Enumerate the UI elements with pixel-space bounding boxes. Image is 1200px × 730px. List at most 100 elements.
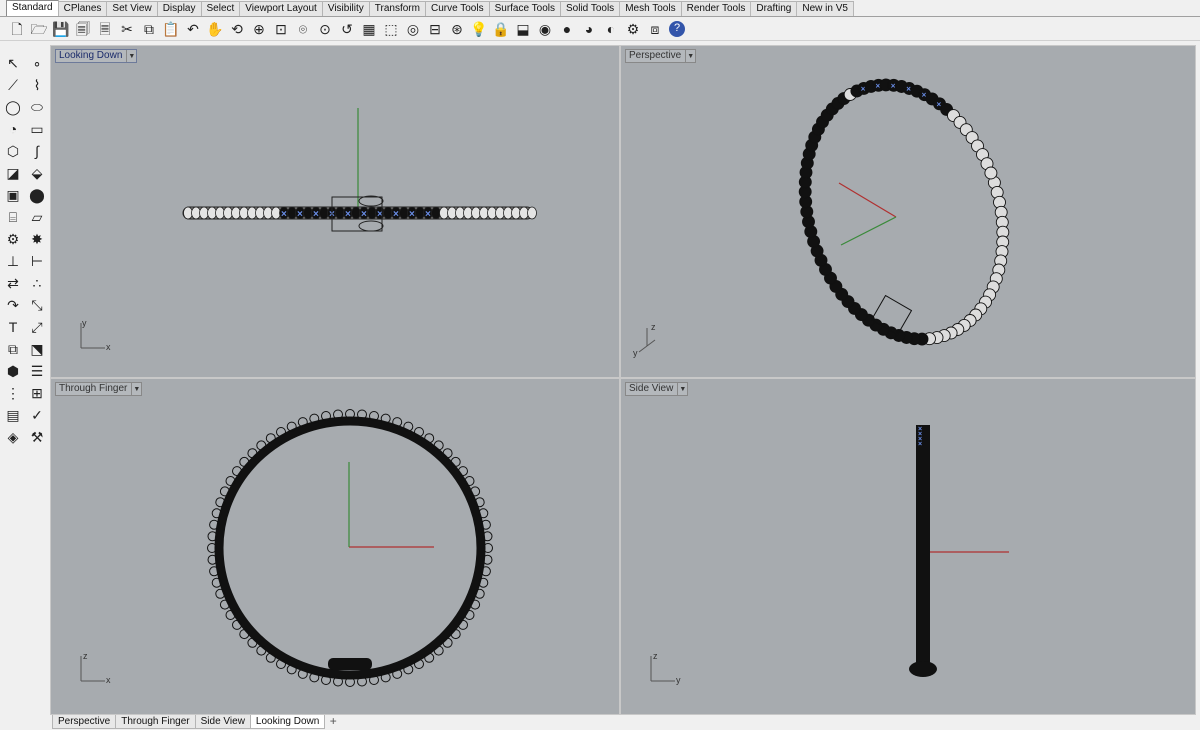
paste-icon[interactable]: 📋	[160, 18, 182, 40]
undo-view-icon[interactable]: ↺	[336, 18, 358, 40]
viewport-title-perspective[interactable]: Perspective ▼	[625, 49, 697, 63]
viewport-through-finger[interactable]: Through Finger ▼ z x	[51, 379, 619, 714]
viewport-canvas[interactable]: × × × × × × × × × ×	[51, 46, 619, 377]
wrench-icon[interactable]: ⚒	[26, 426, 48, 448]
circle-icon[interactable]: ◯	[2, 96, 24, 118]
chevron-down-icon[interactable]: ▼	[685, 50, 695, 62]
layers-icon[interactable]: ⧈	[644, 18, 666, 40]
group-icon[interactable]: ⧉	[2, 338, 24, 360]
viewport-canvas[interactable]: × × × ×××	[621, 46, 1195, 377]
viewport-title-looking-down[interactable]: Looking Down ▼	[55, 49, 138, 63]
chevron-down-icon[interactable]: ▼	[131, 383, 141, 395]
material-sphere-icon[interactable]: ◕	[578, 18, 600, 40]
import-icon[interactable]: 🗏	[94, 18, 116, 40]
tab-mesh-tools[interactable]: Mesh Tools	[619, 1, 682, 16]
cut-icon[interactable]: ✂	[116, 18, 138, 40]
cylinder-icon[interactable]: ⌸	[2, 206, 24, 228]
open-file-icon[interactable]: 🗁	[28, 18, 50, 40]
tab-transform[interactable]: Transform	[368, 1, 426, 16]
rotate-view-icon[interactable]: ⟲	[226, 18, 248, 40]
viewport-perspective[interactable]: × × × × × × Perspective ▼ z y	[621, 46, 1195, 377]
viewport-side-view[interactable]: × × × × Side View ▼ z y	[621, 379, 1195, 714]
select-icon[interactable]: ↖	[2, 52, 24, 74]
tab-select[interactable]: Select	[200, 1, 241, 16]
hide-icon[interactable]: ⬓	[512, 18, 534, 40]
arc-icon[interactable]: ◔	[2, 118, 24, 140]
zoom-selected-icon[interactable]: ⊙	[314, 18, 336, 40]
named-views-icon[interactable]: ⊟	[424, 18, 446, 40]
sphere-icon[interactable]: ⬤	[26, 184, 48, 206]
render-preview-icon[interactable]: ◐	[600, 18, 622, 40]
lock-icon[interactable]: 🔒	[490, 18, 512, 40]
zoom-extents-icon[interactable]: ⌾	[292, 18, 314, 40]
check-icon[interactable]: ✓	[26, 404, 48, 426]
four-viewports-icon[interactable]: ▦	[358, 18, 380, 40]
extrude-surface-icon[interactable]: ⬙	[26, 162, 48, 184]
render-icon[interactable]: ☰	[26, 360, 48, 382]
color-wheel-icon[interactable]: ◉	[534, 18, 556, 40]
box-icon[interactable]: ▣	[2, 184, 24, 206]
zoom-dynamic-icon[interactable]: ⊕	[248, 18, 270, 40]
solid-tools-icon[interactable]: ◈	[2, 426, 24, 448]
add-viewport-tab-icon[interactable]: +	[324, 715, 342, 729]
chevron-down-icon[interactable]: ▼	[126, 50, 136, 62]
scale-icon[interactable]: ⤡	[26, 294, 48, 316]
light-icon[interactable]: 💡	[468, 18, 490, 40]
tab-drafting[interactable]: Drafting	[750, 1, 798, 16]
trim-icon[interactable]: ⊢	[26, 250, 48, 272]
properties-icon[interactable]: ▤	[2, 404, 24, 426]
plane-icon[interactable]: ▱	[26, 206, 48, 228]
tab-new-in-v5[interactable]: New in V5	[796, 1, 854, 16]
curve-icon[interactable]: ⌇	[26, 74, 48, 96]
text-icon[interactable]: T	[2, 316, 24, 338]
surface-icon[interactable]: ◪	[2, 162, 24, 184]
copy-icon[interactable]: ⧉	[138, 18, 160, 40]
freeform-curve-icon[interactable]: ∫	[26, 140, 48, 162]
point-icon[interactable]: ∘	[26, 52, 48, 74]
viewport-tab-through-finger[interactable]: Through Finger	[115, 715, 196, 729]
ortho-icon[interactable]: ◎	[402, 18, 424, 40]
grid-array-icon[interactable]: ⋮	[2, 382, 24, 404]
viewport-title-side-view[interactable]: Side View ▼	[625, 382, 689, 396]
viewport-tab-looking-down[interactable]: Looking Down	[249, 715, 326, 729]
tab-viewport-layout[interactable]: Viewport Layout	[239, 1, 323, 16]
boolean-icon[interactable]: ⚙	[2, 228, 24, 250]
chevron-down-icon[interactable]: ▼	[677, 383, 687, 395]
offset-icon[interactable]: ↷	[2, 294, 24, 316]
undo-icon[interactable]: ↶	[182, 18, 204, 40]
tab-solid-tools[interactable]: Solid Tools	[560, 1, 621, 16]
viewport-tab-perspective[interactable]: Perspective	[52, 715, 117, 729]
mesh-icon[interactable]: ⬢	[2, 360, 24, 382]
explode-icon[interactable]: ✸	[26, 228, 48, 250]
render-sphere-icon[interactable]: ●	[556, 18, 578, 40]
save-icon[interactable]: 💾	[50, 18, 72, 40]
tab-render-tools[interactable]: Render Tools	[680, 1, 752, 16]
tab-visibility[interactable]: Visibility	[321, 1, 370, 16]
tab-set-view[interactable]: Set View	[106, 1, 158, 16]
tab-curve-tools[interactable]: Curve Tools	[424, 1, 490, 16]
help-icon[interactable]: ?	[669, 20, 685, 37]
new-file-icon[interactable]: 🗋	[6, 18, 28, 40]
set-cplane-icon[interactable]: ⬚	[380, 18, 402, 40]
dimension-icon[interactable]: ⤢	[26, 316, 48, 338]
tab-surface-tools[interactable]: Surface Tools	[488, 1, 561, 16]
print-icon[interactable]: 🗐	[72, 18, 94, 40]
fillet-icon[interactable]: ⊥	[2, 250, 24, 272]
zoom-window-icon[interactable]: ⊡	[270, 18, 292, 40]
polygon-icon[interactable]: ⬡	[2, 140, 24, 162]
array-icon[interactable]: ∴	[26, 272, 48, 294]
viewport-canvas[interactable]: ××××	[621, 379, 1195, 714]
pan-hand-icon[interactable]: ✋	[204, 18, 226, 40]
move-icon[interactable]: ⇄	[2, 272, 24, 294]
viewport-tab-side-view[interactable]: Side View	[194, 715, 251, 729]
viewport-title-through-finger[interactable]: Through Finger ▼	[55, 382, 143, 396]
analyze-icon[interactable]: ⊞	[26, 382, 48, 404]
osnap-icon[interactable]: ⊛	[446, 18, 468, 40]
viewport-canvas[interactable]	[51, 379, 619, 714]
tab-cplanes[interactable]: CPlanes	[57, 1, 108, 16]
tab-standard[interactable]: Standard	[6, 0, 59, 16]
tab-display[interactable]: Display	[156, 1, 202, 16]
polyline-icon[interactable]: ⟋	[2, 74, 24, 96]
viewport-looking-down[interactable]: × × × × × × × × × × Looking Down ▼ y x	[51, 46, 619, 377]
rectangle-icon[interactable]: ▭	[26, 118, 48, 140]
